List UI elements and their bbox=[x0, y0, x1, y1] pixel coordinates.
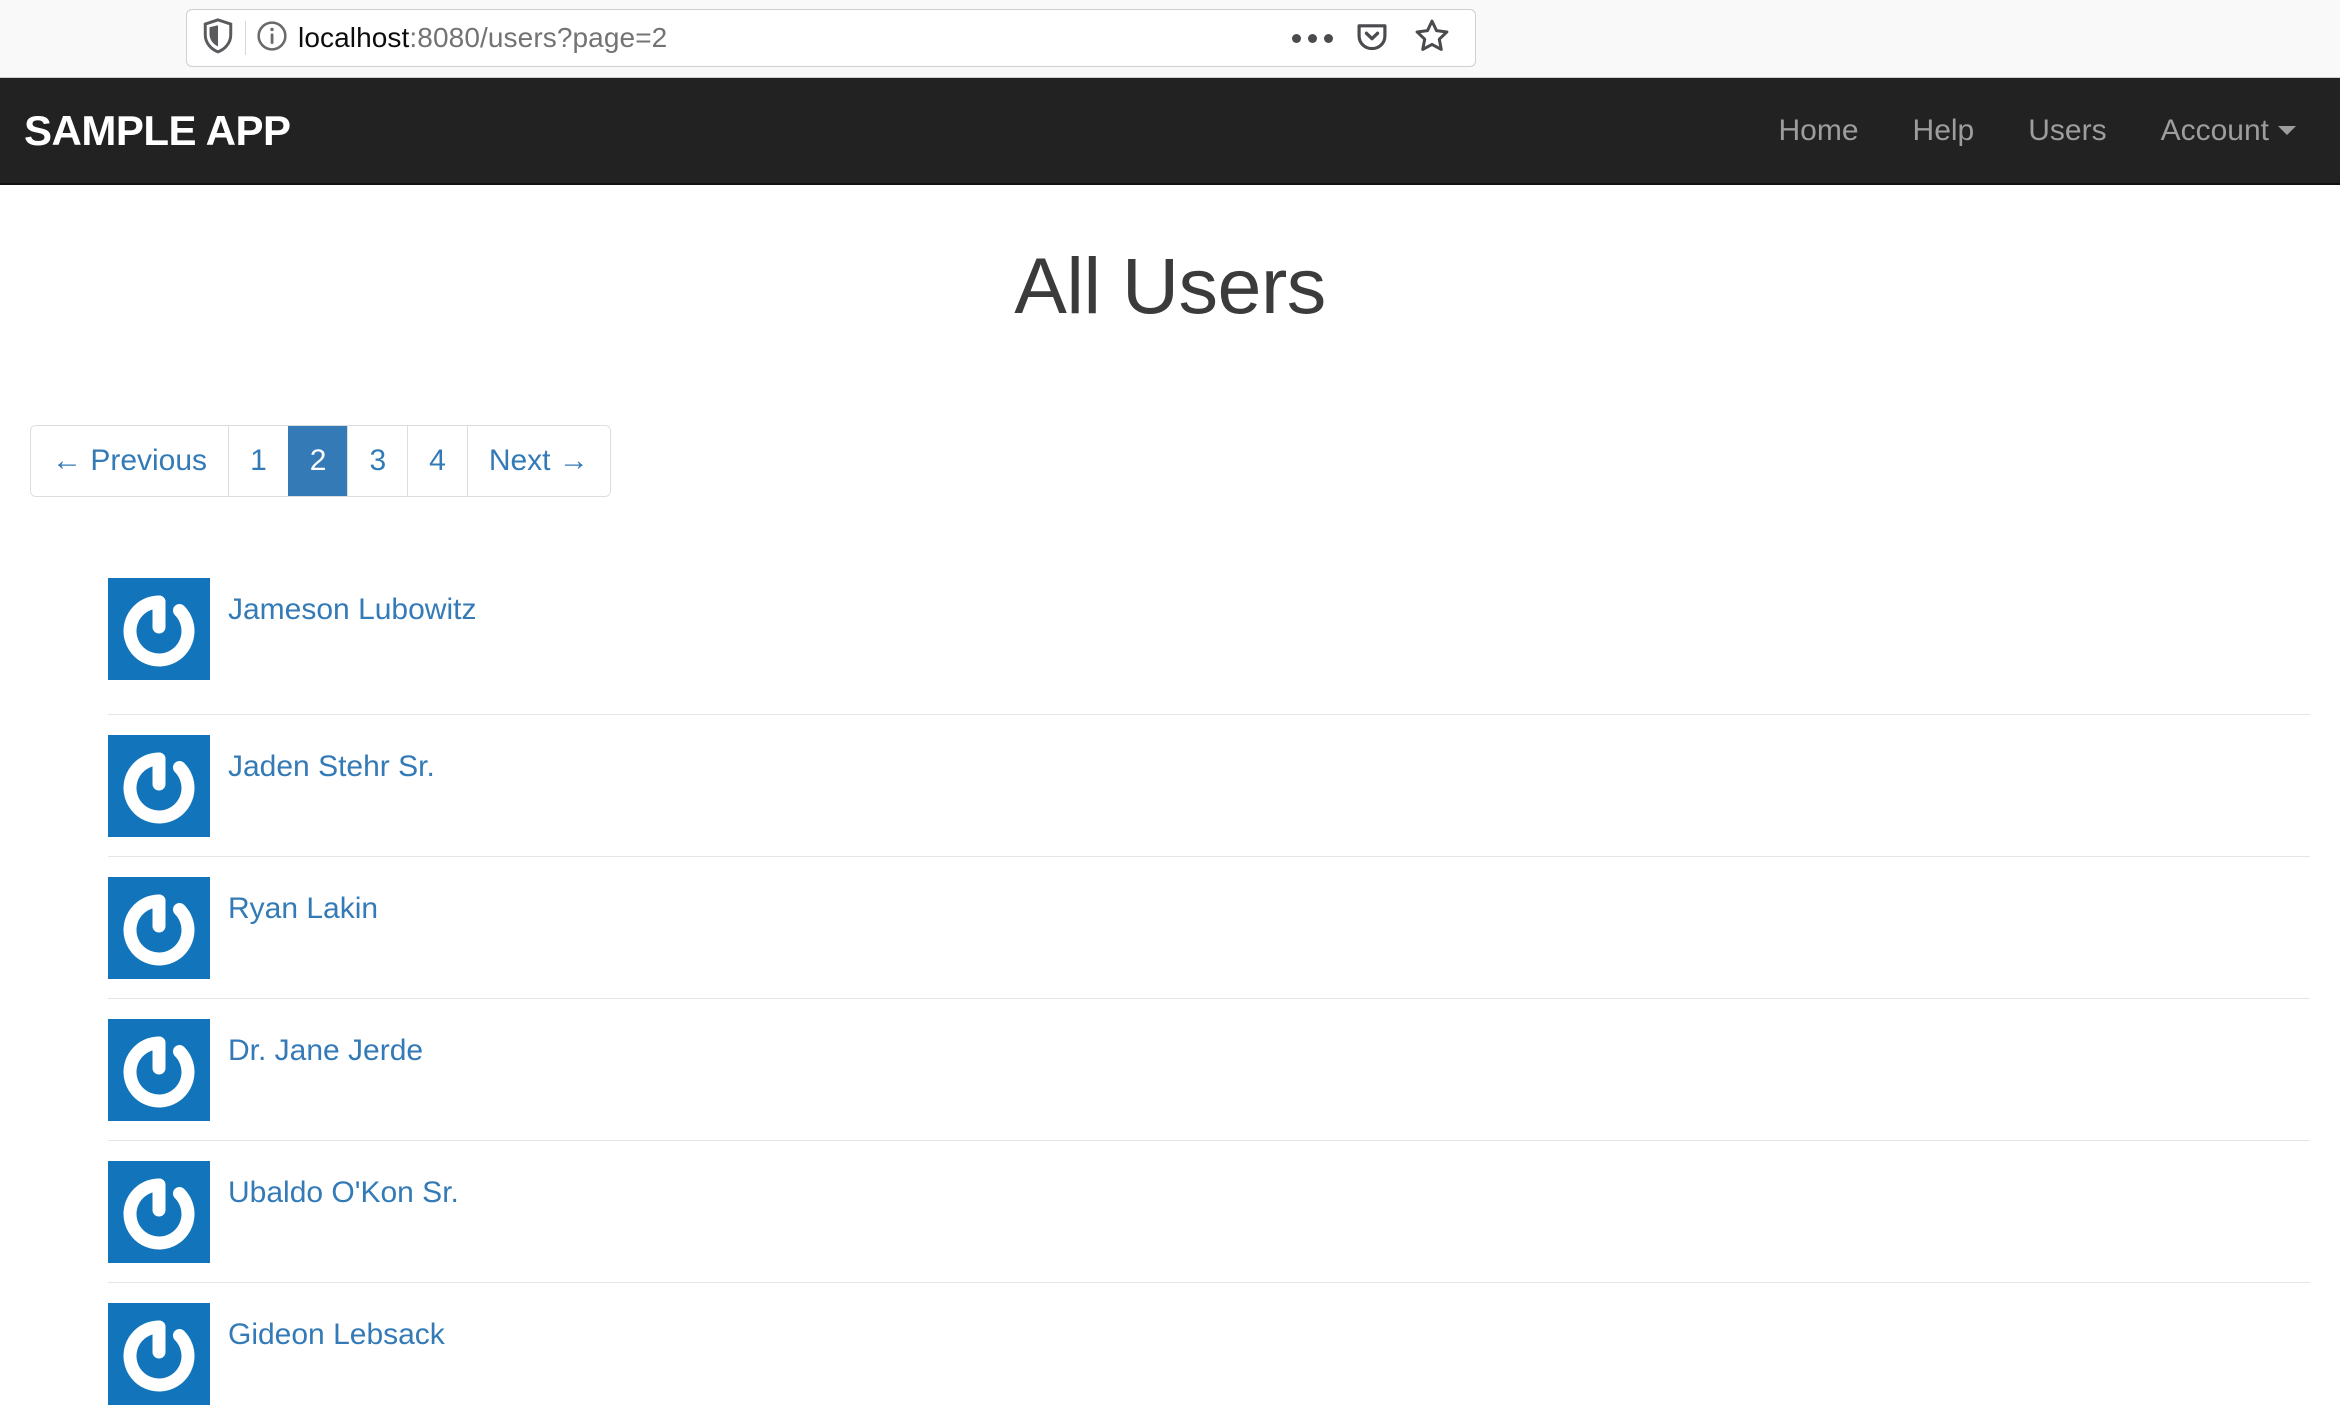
url-path: :8080/users?page=2 bbox=[409, 22, 668, 53]
avatar[interactable] bbox=[108, 735, 210, 837]
bookmark-button[interactable] bbox=[1411, 17, 1453, 59]
star-bookmark-icon bbox=[1413, 17, 1451, 60]
list-item: Ryan Lakin bbox=[108, 856, 2310, 998]
navbar-links: Home Help Users Account bbox=[1752, 113, 2318, 147]
nav-link-account-label: Account bbox=[2160, 113, 2269, 147]
urlbar-actions bbox=[1291, 17, 1475, 59]
user-name-link[interactable]: Ryan Lakin bbox=[228, 891, 378, 927]
nav-link-home[interactable]: Home bbox=[1752, 113, 1886, 147]
avatar[interactable] bbox=[108, 1161, 210, 1263]
gravatar-icon bbox=[108, 877, 210, 979]
avatar[interactable] bbox=[108, 1303, 210, 1405]
site-information-button[interactable] bbox=[250, 20, 294, 57]
tracking-protection-shield-button[interactable] bbox=[195, 17, 241, 60]
save-to-pocket-button[interactable] bbox=[1351, 17, 1393, 59]
shield-icon bbox=[201, 17, 235, 60]
nav-link-users-label: Users bbox=[2028, 113, 2107, 147]
chevron-down-icon bbox=[2278, 126, 2296, 135]
page-content: All Users ← Previous 1 2 3 4 Next → Jame… bbox=[0, 185, 2340, 1416]
gravatar-icon bbox=[108, 1019, 210, 1121]
urlbar-divider bbox=[245, 21, 246, 55]
nav-link-account[interactable]: Account bbox=[2134, 113, 2318, 147]
page-title: All Users bbox=[1014, 241, 1326, 330]
pagination-next[interactable]: Next → bbox=[466, 426, 610, 496]
pagination: ← Previous 1 2 3 4 Next → bbox=[30, 425, 611, 497]
more-dots-icon bbox=[1291, 33, 1333, 43]
list-item: Jameson Lubowitz bbox=[108, 572, 2310, 714]
nav-link-help[interactable]: Help bbox=[1886, 113, 2002, 147]
list-item: Ubaldo O'Kon Sr. bbox=[108, 1140, 2310, 1282]
app-navbar: SAMPLE APP Home Help Users Account bbox=[0, 78, 2340, 185]
browser-chrome: localhost:8080/users?page=2 bbox=[0, 0, 2340, 78]
list-item: Gideon Lebsack bbox=[108, 1282, 2310, 1416]
page-actions-button[interactable] bbox=[1291, 17, 1333, 59]
nav-link-users[interactable]: Users bbox=[2001, 113, 2133, 147]
brand-logo[interactable]: SAMPLE APP bbox=[22, 109, 291, 152]
gravatar-icon bbox=[108, 735, 210, 837]
pocket-icon bbox=[1354, 18, 1390, 59]
pagination-page-3[interactable]: 3 bbox=[347, 426, 408, 496]
pagination-page-2[interactable]: 2 bbox=[287, 426, 348, 496]
pagination-page-1[interactable]: 1 bbox=[228, 426, 288, 496]
user-name-link[interactable]: Dr. Jane Jerde bbox=[228, 1033, 423, 1069]
list-item: Jaden Stehr Sr. bbox=[108, 714, 2310, 856]
avatar[interactable] bbox=[108, 1019, 210, 1121]
user-list: Jameson Lubowitz Jaden Stehr Sr. Ryan La… bbox=[108, 572, 2310, 1416]
pagination-wrapper: ← Previous 1 2 3 4 Next → bbox=[0, 332, 2340, 497]
gravatar-icon bbox=[108, 1161, 210, 1263]
user-name-link[interactable]: Jameson Lubowitz bbox=[228, 592, 476, 628]
pagination-page-4[interactable]: 4 bbox=[407, 426, 467, 496]
nav-link-help-label: Help bbox=[1912, 113, 1975, 147]
user-name-link[interactable]: Gideon Lebsack bbox=[228, 1317, 445, 1353]
info-circle-icon bbox=[256, 20, 288, 57]
user-name-link[interactable]: Jaden Stehr Sr. bbox=[228, 749, 435, 785]
avatar[interactable] bbox=[108, 578, 210, 680]
address-bar[interactable]: localhost:8080/users?page=2 bbox=[186, 9, 1476, 67]
avatar[interactable] bbox=[108, 877, 210, 979]
list-item: Dr. Jane Jerde bbox=[108, 998, 2310, 1140]
url-text[interactable]: localhost:8080/users?page=2 bbox=[294, 22, 1291, 54]
gravatar-icon bbox=[108, 578, 210, 680]
url-host: localhost bbox=[298, 22, 410, 53]
nav-link-home-label: Home bbox=[1778, 113, 1859, 147]
pagination-previous[interactable]: ← Previous bbox=[31, 426, 229, 496]
gravatar-icon bbox=[108, 1303, 210, 1405]
user-name-link[interactable]: Ubaldo O'Kon Sr. bbox=[228, 1175, 459, 1211]
